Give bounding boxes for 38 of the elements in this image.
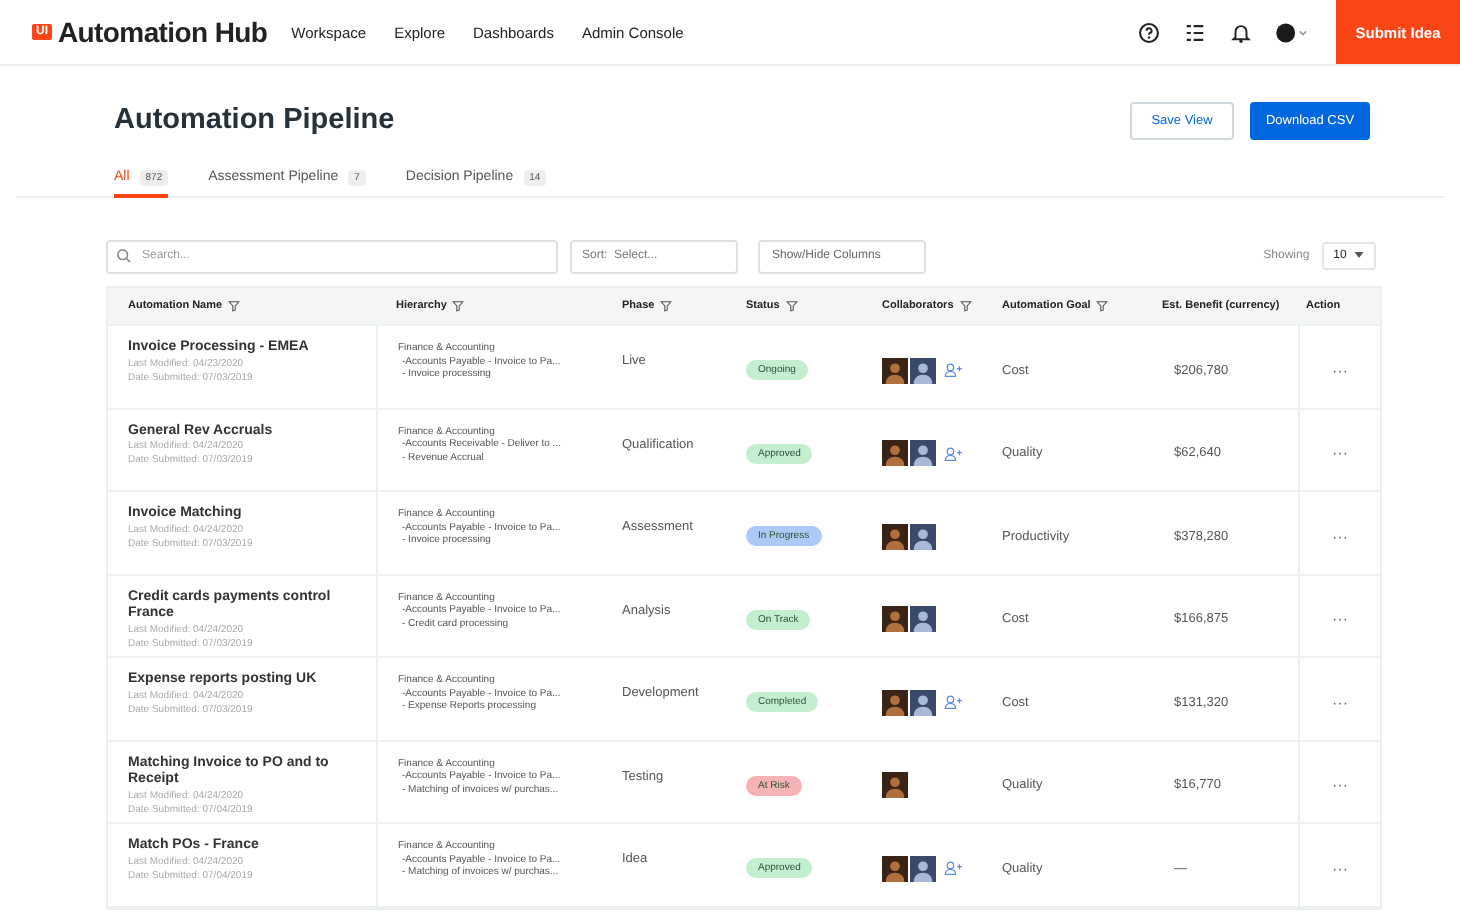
filter-icon[interactable] bbox=[228, 300, 241, 312]
avatar-icon bbox=[882, 606, 908, 633]
help-icon[interactable] bbox=[1138, 21, 1160, 43]
page-title: Automation Pipeline bbox=[114, 104, 395, 136]
more-actions-button[interactable]: ··· bbox=[1332, 610, 1348, 629]
avatar-icon bbox=[910, 523, 936, 550]
more-actions-button[interactable]: ··· bbox=[1332, 527, 1348, 546]
avatar-icon bbox=[882, 689, 908, 716]
avatar-icon[interactable] bbox=[1276, 21, 1308, 43]
avatar-icon bbox=[910, 855, 936, 882]
filter-icon[interactable] bbox=[1096, 300, 1109, 312]
avatar-icon bbox=[882, 357, 908, 384]
more-actions-button[interactable]: ··· bbox=[1332, 693, 1348, 712]
filter-icon[interactable] bbox=[785, 300, 798, 312]
search-icon bbox=[116, 248, 132, 264]
checklist-icon[interactable] bbox=[1184, 21, 1206, 43]
avatar-icon bbox=[882, 440, 908, 467]
caret-icon bbox=[1354, 251, 1364, 258]
avatar-icon bbox=[882, 772, 908, 799]
filter-icon[interactable] bbox=[959, 300, 972, 312]
add-user-icon[interactable] bbox=[944, 694, 962, 711]
add-user-icon[interactable] bbox=[944, 860, 962, 877]
more-actions-button[interactable]: ··· bbox=[1332, 444, 1348, 463]
bell-icon[interactable] bbox=[1230, 21, 1252, 43]
more-actions-button[interactable]: ··· bbox=[1332, 859, 1348, 878]
more-actions-button[interactable]: ··· bbox=[1332, 776, 1348, 795]
add-user-icon[interactable] bbox=[944, 362, 962, 379]
avatar-icon bbox=[910, 606, 936, 633]
avatar-icon bbox=[910, 689, 936, 716]
avatar-icon bbox=[882, 523, 908, 550]
avatar-icon bbox=[910, 357, 936, 384]
filter-icon[interactable] bbox=[452, 300, 465, 312]
add-user-icon[interactable] bbox=[944, 445, 962, 462]
avatar-icon bbox=[910, 440, 936, 467]
more-actions-button[interactable]: ··· bbox=[1332, 361, 1348, 380]
avatar-icon bbox=[882, 855, 908, 882]
app-title: Automation Hub bbox=[58, 16, 268, 48]
filter-icon[interactable] bbox=[660, 300, 673, 312]
